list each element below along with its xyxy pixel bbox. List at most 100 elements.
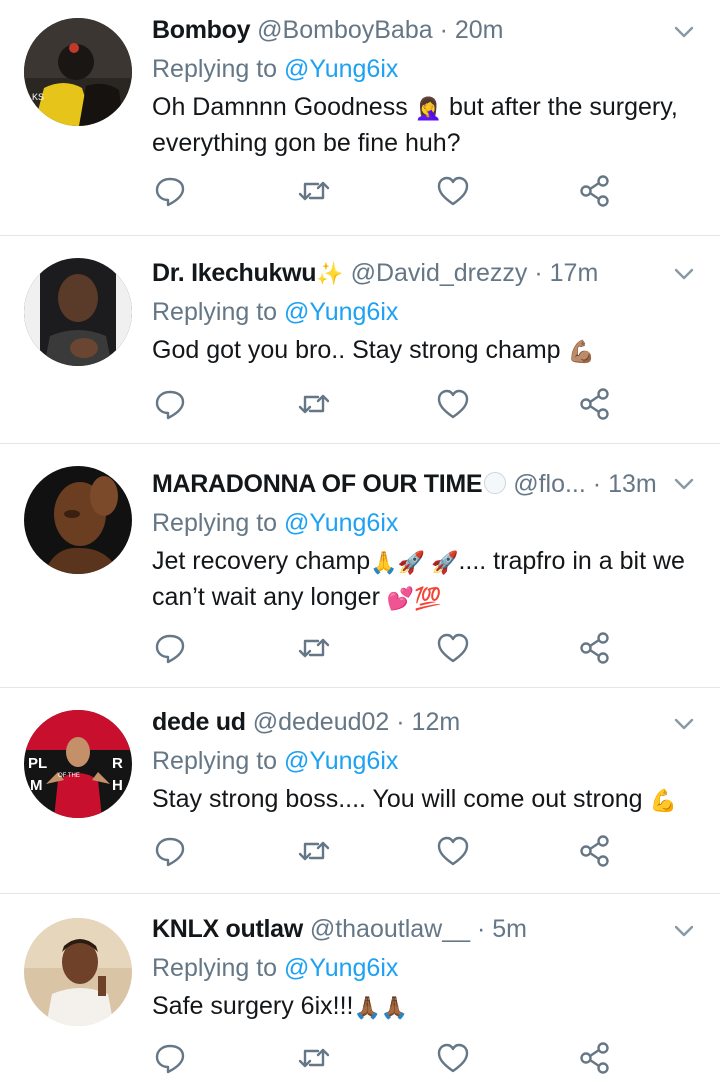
chevron-down-icon[interactable]	[670, 710, 698, 738]
heart-icon[interactable]	[435, 833, 475, 873]
white-circle-emoji	[484, 472, 507, 494]
mention-link[interactable]: @Yung6ix	[284, 954, 398, 982]
heart-icon[interactable]	[435, 630, 475, 670]
display-name[interactable]: Bomboy	[152, 16, 251, 44]
chevron-down-icon[interactable]	[670, 18, 698, 46]
chevron-down-icon[interactable]	[670, 917, 698, 945]
retweet-icon[interactable]	[296, 173, 336, 213]
tweet-text: Safe surgery 6ix!!!🙏🏾🙏🏾	[152, 989, 690, 1025]
tweet[interactable]: PL R OF THE M H dede ud @dedeud02 · 12m …	[0, 688, 720, 894]
hearts-hundred-emoji: 💕💯	[386, 586, 442, 611]
reply-feed: KS Bomboy @BomboyBaba · 20m Replying to …	[0, 0, 720, 1081]
tweet[interactable]: Dr. Ikechukwu✨ @David_drezzy · 17m Reply…	[0, 236, 720, 444]
flexed-biceps-emoji: 💪🏽	[567, 339, 595, 364]
retweet-icon[interactable]	[296, 630, 336, 670]
avatar[interactable]: KS	[24, 18, 132, 126]
share-icon[interactable]	[577, 833, 617, 873]
tweet-text-part: Stay strong boss.... You will come out s…	[152, 785, 650, 813]
user-handle[interactable]: @flo...	[513, 470, 586, 498]
reply-icon[interactable]	[152, 1040, 192, 1080]
retweet-icon[interactable]	[296, 833, 336, 873]
tweet-text: Oh Damnnn Goodness 🤦‍♀️ but after the su…	[152, 90, 690, 160]
timestamp[interactable]: 5m	[492, 915, 527, 943]
tweet-text: Jet recovery champ🙏🚀 🚀.... trapfro in a …	[152, 544, 690, 616]
tweet-text: Stay strong boss.... You will come out s…	[152, 782, 690, 818]
tweet-header: dede ud @dedeud02 · 12m	[152, 702, 690, 742]
replying-to-line: Replying to @Yung6ix	[152, 293, 690, 331]
pray-emoji: 🙏🏾🙏🏾	[353, 995, 409, 1020]
share-icon[interactable]	[577, 1040, 617, 1080]
tweet-actions	[152, 630, 632, 670]
avatar[interactable]	[24, 258, 132, 366]
display-name[interactable]: Dr. Ikechukwu	[152, 259, 317, 287]
mention-link[interactable]: @Yung6ix	[284, 509, 398, 537]
replying-to-line: Replying to @Yung6ix	[152, 949, 690, 987]
mention-link[interactable]: @Yung6ix	[284, 55, 398, 83]
display-name[interactable]: dede ud	[152, 708, 246, 736]
replying-label: Replying to	[152, 747, 278, 775]
replying-to-line: Replying to @Yung6ix	[152, 742, 690, 780]
avatar-text: PL	[28, 755, 47, 772]
display-name[interactable]: KNLX outlaw	[152, 915, 303, 943]
tweet[interactable]: KS Bomboy @BomboyBaba · 20m Replying to …	[0, 0, 720, 236]
reply-icon[interactable]	[152, 173, 192, 213]
avatar-text: H	[112, 777, 123, 794]
tweet-actions	[152, 1040, 632, 1080]
mention-link[interactable]: @Yung6ix	[284, 298, 398, 326]
tweet-text-part: Oh Damnnn Goodness	[152, 93, 415, 121]
user-handle[interactable]: @BomboyBaba	[257, 16, 432, 44]
avatar[interactable]: PL R OF THE M H	[24, 710, 132, 818]
user-handle[interactable]: @thaoutlaw__	[310, 915, 470, 943]
tweet-text-part: Safe surgery 6ix!!!	[152, 992, 354, 1020]
retweet-icon[interactable]	[296, 1040, 336, 1080]
user-handle[interactable]: @David_drezzy	[351, 259, 528, 287]
share-icon[interactable]	[577, 630, 617, 670]
tweet[interactable]: MARADONNA OF OUR TIME @flo... · 13m Repl…	[0, 444, 720, 688]
timestamp[interactable]: 17m	[550, 259, 599, 287]
sparkles-emoji: ✨	[316, 261, 344, 286]
avatar-text: R	[112, 755, 123, 772]
avatar[interactable]	[24, 466, 132, 574]
tweet-actions	[152, 833, 632, 873]
tweet[interactable]: KNLX outlaw @thaoutlaw__ · 5m Replying t…	[0, 894, 720, 1081]
replying-label: Replying to	[152, 954, 278, 982]
facepalm-emoji: 🤦‍♀️	[414, 96, 443, 121]
timestamp[interactable]: 13m	[608, 470, 657, 498]
tweet-text-part: God got you bro.. Stay strong champ	[152, 336, 568, 364]
heart-icon[interactable]	[435, 173, 475, 213]
reply-icon[interactable]	[152, 833, 192, 873]
tweet-actions	[152, 173, 632, 213]
share-icon[interactable]	[577, 386, 617, 426]
separator-dot: ·	[534, 259, 543, 287]
chevron-down-icon[interactable]	[670, 470, 698, 498]
replying-label: Replying to	[152, 509, 278, 537]
mention-link[interactable]: @Yung6ix	[284, 747, 398, 775]
replying-label: Replying to	[152, 55, 278, 83]
avatar-text: OF THE	[58, 773, 80, 779]
flexed-biceps-emoji: 💪	[649, 788, 677, 813]
retweet-icon[interactable]	[296, 386, 336, 426]
tweet-header: Bomboy @BomboyBaba · 20m	[152, 10, 690, 50]
tweet-text: God got you bro.. Stay strong champ 💪🏽	[152, 333, 690, 369]
replying-to-line: Replying to @Yung6ix	[152, 504, 690, 542]
tweet-header: MARADONNA OF OUR TIME @flo... · 13m	[152, 464, 690, 504]
user-handle[interactable]: @dedeud02	[253, 708, 390, 736]
chevron-down-icon[interactable]	[670, 260, 698, 288]
pray-rocket-emoji: 🙏🚀 🚀	[370, 550, 459, 575]
heart-icon[interactable]	[435, 386, 475, 426]
avatar[interactable]	[24, 918, 132, 1026]
tweet-actions	[152, 386, 632, 426]
display-name[interactable]: MARADONNA OF OUR TIME	[152, 470, 483, 498]
tweet-text-part: Jet recovery champ	[152, 547, 371, 575]
tweet-header: Dr. Ikechukwu✨ @David_drezzy · 17m	[152, 253, 690, 293]
share-icon[interactable]	[577, 173, 617, 213]
timestamp[interactable]: 12m	[412, 708, 461, 736]
separator-dot: ·	[396, 708, 405, 736]
avatar-text: M	[30, 777, 43, 794]
reply-icon[interactable]	[152, 630, 192, 670]
replying-to-line: Replying to @Yung6ix	[152, 50, 690, 88]
timestamp[interactable]: 20m	[455, 16, 504, 44]
heart-icon[interactable]	[435, 1040, 475, 1080]
tweet-header: KNLX outlaw @thaoutlaw__ · 5m	[152, 909, 690, 949]
reply-icon[interactable]	[152, 386, 192, 426]
